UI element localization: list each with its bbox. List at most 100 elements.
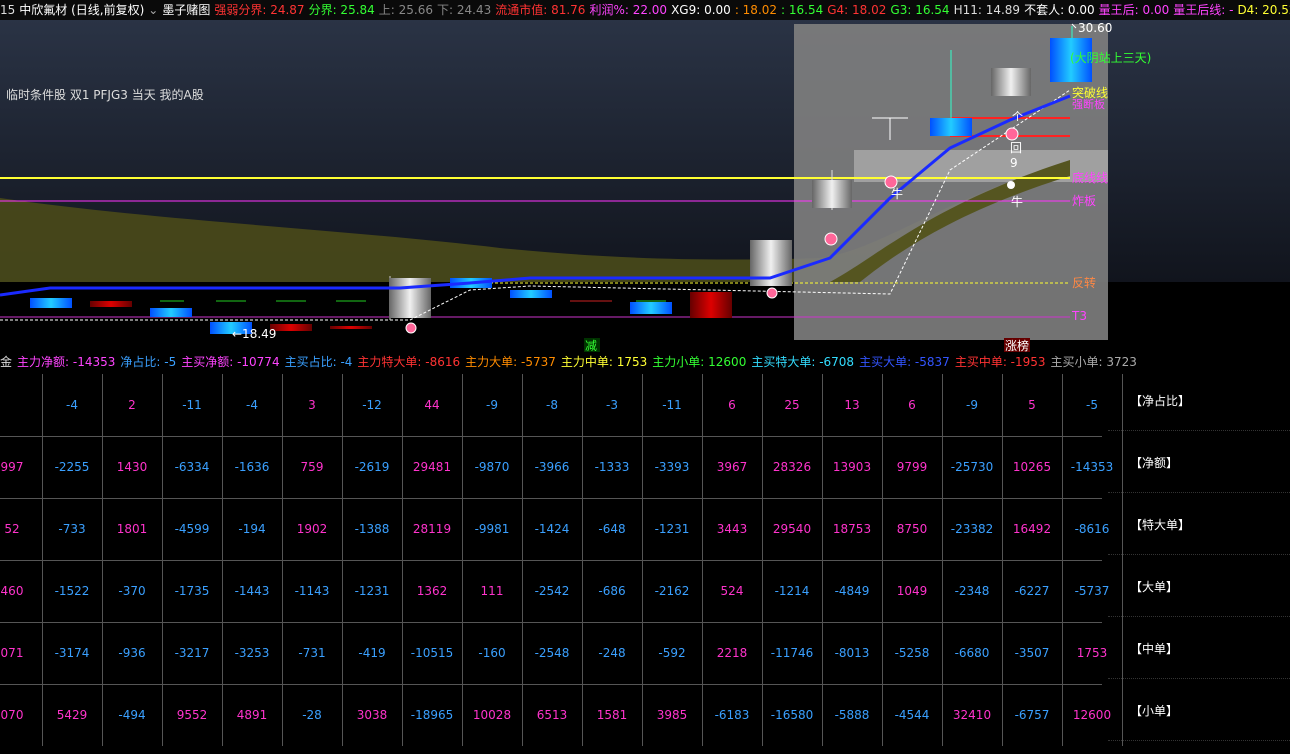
explode-label: 炸板 <box>1072 194 1096 208</box>
table-cell: 32410 <box>952 708 992 722</box>
table-cell: 2218 <box>716 646 748 660</box>
table-cell: -592 <box>658 646 686 660</box>
table-cell: -733 <box>58 522 86 536</box>
header-item: 强弱分界: 24.87 <box>214 3 305 17</box>
table-cell: -3 <box>606 398 618 412</box>
row-label: 【大单】 <box>1130 580 1179 594</box>
header-item: 下: 24.43 <box>437 3 492 17</box>
header-item: 利润%: 22.00 <box>589 3 668 17</box>
header-item: 中欣氟材 (日线,前复权) <box>19 3 145 17</box>
flow-item: 净占比: -5 <box>120 355 177 369</box>
table-cell: 9799 <box>896 460 928 474</box>
table-cell: -1443 <box>234 584 270 598</box>
table-cell: -9981 <box>474 522 510 536</box>
niu-label-2: 牛 <box>1011 194 1023 209</box>
flow-item: 主买小单: 3723 <box>1050 355 1137 369</box>
flow-item: 主买占比: -4 <box>284 355 353 369</box>
table-cell: 12600 <box>1072 708 1112 722</box>
flow-item: 主买特大单: -6708 <box>751 355 855 369</box>
table-cell: 9552 <box>176 708 208 722</box>
table-cell: -936 <box>118 646 146 660</box>
table-cell: -1143 <box>294 584 330 598</box>
table-cell: -370 <box>118 584 146 598</box>
table-cell: 1581 <box>596 708 628 722</box>
table-cell: -12 <box>362 398 382 412</box>
table-cell: -8013 <box>834 646 870 660</box>
table-cell: -6183 <box>714 708 750 722</box>
table-cell: 6 <box>728 398 736 412</box>
table-cell: -1522 <box>54 584 90 598</box>
table-cell: -4544 <box>894 708 930 722</box>
row-label: 【净占比】 <box>1130 394 1191 408</box>
table-cell <box>0 374 42 436</box>
table-cell: 28326 <box>772 460 812 474</box>
table-cell: -9870 <box>474 460 510 474</box>
table-cell: -3966 <box>534 460 570 474</box>
table-cell: -6680 <box>954 646 990 660</box>
table-cell: -11746 <box>770 646 814 660</box>
table-cell: -6227 <box>1014 584 1050 598</box>
table-cell: 1753 <box>1076 646 1108 660</box>
niu-label-1: 牛 <box>891 186 903 201</box>
header-item: 分界: 25.84 <box>308 3 375 17</box>
table-cell: -6757 <box>1014 708 1050 722</box>
row-separator <box>1108 492 1290 493</box>
stock-header-bar: 15 中欣氟材 (日线,前复权) ⌄ 墨子赌图 强弱分界: 24.87 分界: 25.84… <box>0 0 1290 20</box>
table-cell: -2348 <box>954 584 990 598</box>
jian-label: 减 <box>585 339 597 352</box>
table-cell: 6513 <box>536 708 568 722</box>
header-item: G4: 18.02 <box>827 3 887 17</box>
table-cell: -731 <box>298 646 326 660</box>
table-cell: -5737 <box>1074 584 1110 598</box>
table-cell: -3507 <box>1014 646 1050 660</box>
table-cell: 16492 <box>1012 522 1052 536</box>
table-cell: -1388 <box>354 522 390 536</box>
support-line-label: 底线线 <box>1072 170 1108 185</box>
conditions-text: 临时条件股 双1 PFJG3 当天 我的A股 <box>6 88 204 102</box>
table-cell: 071 <box>0 646 24 660</box>
header-item: 上: 25.66 <box>378 3 434 17</box>
header-item: 不套人: 0.00 <box>1024 3 1095 17</box>
table-cell: -11 <box>662 398 682 412</box>
table-cell: -419 <box>358 646 386 660</box>
flow-item: 主买中单: -1953 <box>954 355 1046 369</box>
hui-label: 回 <box>1010 141 1022 155</box>
table-cell: -160 <box>478 646 506 660</box>
flow-item: 金 <box>0 355 13 369</box>
header-item: G3: 16.54 <box>890 3 950 17</box>
flow-item: 主买净额: -10774 <box>181 355 280 369</box>
table-cell: 6 <box>908 398 916 412</box>
fund-flow-table[interactable]: -4 2 -11 -4 3 -12 44 -9 -8 -3 -11 6 25 13 6 -9 5 -5 997 -22… <box>0 374 1123 750</box>
table-cell: 524 <box>720 584 744 598</box>
header-item: 流通市值: 81.76 <box>495 3 586 17</box>
reverse-label: 反转 <box>1072 275 1096 290</box>
candlestick-chart[interactable]: 30.60 ←18.49 (大阴站上三天) 突破线 强断板 底线线 炸板 反转 … <box>0 20 1290 352</box>
table-cell: -5 <box>1086 398 1098 412</box>
table-cell: -3217 <box>174 646 210 660</box>
table-cell: 28119 <box>412 522 452 536</box>
flow-item: 主力中单: 1753 <box>560 355 648 369</box>
table-cell: -25730 <box>950 460 994 474</box>
header-item: D4: 20.52 <box>1237 3 1290 17</box>
table-cell: -4 <box>246 398 258 412</box>
table-cell: 460 <box>0 584 24 598</box>
table-cell: -2542 <box>534 584 570 598</box>
table-cell: -5258 <box>894 646 930 660</box>
table-cell: -494 <box>118 708 146 722</box>
table-cell: -3253 <box>234 646 270 660</box>
t3-label: T3 <box>1071 309 1087 323</box>
table-cell: 1049 <box>896 584 928 598</box>
table-cell: -5888 <box>834 708 870 722</box>
table-cell: 5 <box>1028 398 1036 412</box>
fund-flow-bar: 金主力净额: -14353 净占比: -5 主买净额: -10774 主买占比: -4… <box>0 352 1290 372</box>
table-cell: -2255 <box>54 460 90 474</box>
table-cell: 52 <box>4 522 20 536</box>
chart-canvas[interactable]: 30.60 ←18.49 (大阴站上三天) 突破线 强断板 底线线 炸板 反转 … <box>0 20 1290 352</box>
table-cell: -248 <box>598 646 626 660</box>
table-cell: 5429 <box>56 708 88 722</box>
table-cell: 1801 <box>116 522 148 536</box>
table-cell: 2 <box>128 398 136 412</box>
header-item: H11: 14.89 <box>953 3 1021 17</box>
row-separator <box>1108 430 1290 431</box>
table-cell: 3 <box>308 398 316 412</box>
